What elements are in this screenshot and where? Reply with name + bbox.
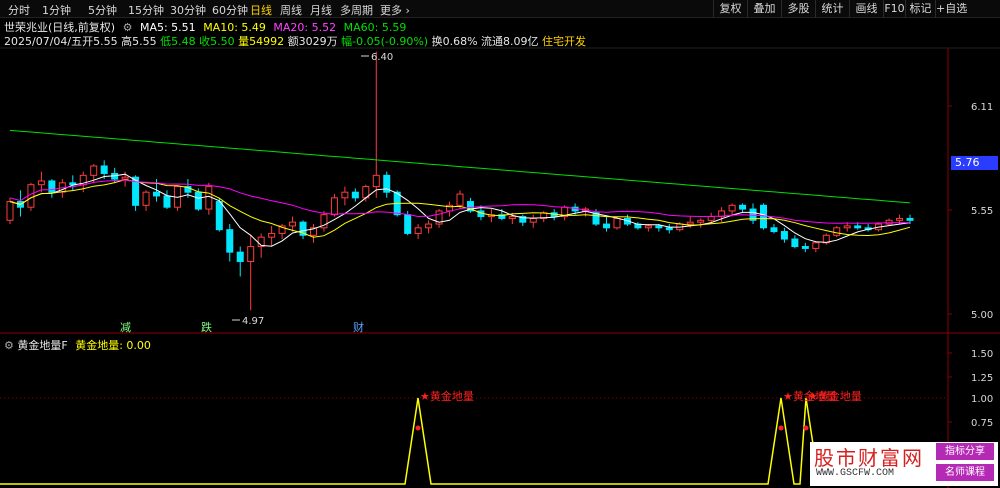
indicator-name[interactable]: 黄金地量F xyxy=(17,339,67,352)
candles-group xyxy=(6,51,914,311)
candle-body[interactable] xyxy=(215,201,223,231)
candle-body[interactable] xyxy=(854,225,862,229)
candle-body[interactable] xyxy=(906,217,914,221)
candle-body[interactable] xyxy=(425,223,433,229)
candle-body[interactable] xyxy=(655,225,663,229)
candle-body[interactable] xyxy=(90,165,98,176)
current-price-tag: 5.76 xyxy=(951,156,998,170)
watermark-title: 股市财富网 xyxy=(814,446,924,470)
candle-body[interactable] xyxy=(697,219,705,223)
candle-body[interactable] xyxy=(153,191,161,197)
candle-body[interactable] xyxy=(194,191,202,210)
price-axis: 6.11 5.55 5.00 xyxy=(948,102,993,321)
candle-body[interactable] xyxy=(801,246,809,249)
candle-body[interactable] xyxy=(707,216,715,221)
candle-body[interactable] xyxy=(37,180,45,186)
candle-body[interactable] xyxy=(289,221,297,227)
candle-body[interactable] xyxy=(121,176,129,180)
tick-label-5-55: 5.55 xyxy=(971,206,993,217)
candle-body[interactable] xyxy=(759,204,767,229)
candle-body[interactable] xyxy=(6,201,14,221)
marker-finance[interactable]: 财 xyxy=(353,320,364,334)
candle-body[interactable] xyxy=(603,223,611,229)
marker-fall[interactable]: 跌 xyxy=(201,320,212,334)
signal-label-3: ★黄金地量 xyxy=(808,389,862,403)
indicator-series: ★黄金地量 ★黄金地量 ★黄金地量 xyxy=(0,389,948,485)
candle-body[interactable] xyxy=(665,227,673,231)
low-price-label: 4.97 xyxy=(242,316,264,327)
signal-dot-3 xyxy=(803,425,809,431)
candle-body[interactable] xyxy=(48,180,56,193)
candle-body[interactable] xyxy=(163,195,171,208)
high-price-label: 6.40 xyxy=(371,52,393,63)
watermark-banner: 股市财富网 WWW.GSCFW.COM 指标分享 名师课程 xyxy=(810,442,998,486)
candle-body[interactable] xyxy=(372,174,380,188)
gold-volume-line xyxy=(0,397,948,485)
candle-body[interactable] xyxy=(236,251,244,263)
candle-body[interactable] xyxy=(404,214,412,234)
candle-body[interactable] xyxy=(330,197,338,216)
ind-tick-label-1-00: 1.00 xyxy=(971,394,993,405)
tick-label-6-11: 6.11 xyxy=(971,102,993,113)
indicator-value: 黄金地量: 0.00 xyxy=(75,339,151,352)
candle-body[interactable] xyxy=(205,186,213,210)
signal-label-1: ★黄金地量 xyxy=(420,389,474,403)
candle-body[interactable] xyxy=(780,231,788,240)
candle-body[interactable] xyxy=(644,225,652,229)
candle-body[interactable] xyxy=(351,191,359,199)
indicator-settings-icon[interactable]: ⚙ xyxy=(4,339,14,352)
candle-body[interactable] xyxy=(843,225,851,229)
candle-body[interactable] xyxy=(812,242,820,249)
candle-body[interactable] xyxy=(739,204,747,210)
ind-tick-label-0-75: 0.75 xyxy=(971,418,993,429)
candle-body[interactable] xyxy=(833,227,841,236)
badge-indicator-share[interactable]: 指标分享 xyxy=(936,443,994,460)
indicator-axis: 1.50 1.25 1.00 0.75 xyxy=(0,349,993,429)
kline-chart[interactable]: 6.11 5.55 5.00 6.40 4.97 减 跌 财 1.50 1.25… xyxy=(0,0,1000,488)
candle-body[interactable] xyxy=(770,227,778,233)
ind-tick-label-1-50: 1.50 xyxy=(971,349,993,360)
candle-body[interactable] xyxy=(341,191,349,199)
ma5-line xyxy=(9,173,911,247)
candle-body[interactable] xyxy=(456,193,464,206)
badge-teacher-course[interactable]: 名师课程 xyxy=(936,464,994,481)
ind-tick-label-1-25: 1.25 xyxy=(971,373,993,384)
candle-body[interactable] xyxy=(896,217,904,221)
candle-body[interactable] xyxy=(226,229,234,253)
candle-body[interactable] xyxy=(247,246,255,263)
marker-reduce[interactable]: 减 xyxy=(120,321,131,334)
candle-body[interactable] xyxy=(791,238,799,248)
indicator-header: ⚙ 黄金地量F 黄金地量: 0.00 xyxy=(4,337,151,353)
candle-body[interactable] xyxy=(142,191,150,206)
candle-body[interactable] xyxy=(100,165,108,174)
candle-body[interactable] xyxy=(268,232,276,238)
tick-label-5-00: 5.00 xyxy=(971,310,993,321)
candle-body[interactable] xyxy=(728,204,736,212)
signal-dot-2 xyxy=(778,425,784,431)
watermark-url: WWW.GSCFW.COM xyxy=(816,468,895,479)
candle-body[interactable] xyxy=(529,217,537,223)
candle-body[interactable] xyxy=(508,216,516,219)
candle-body[interactable] xyxy=(414,227,422,234)
candle-body[interactable] xyxy=(613,217,621,229)
candle-body[interactable] xyxy=(885,219,893,225)
signal-dot-1 xyxy=(415,425,421,431)
candle-body[interactable] xyxy=(686,221,694,225)
